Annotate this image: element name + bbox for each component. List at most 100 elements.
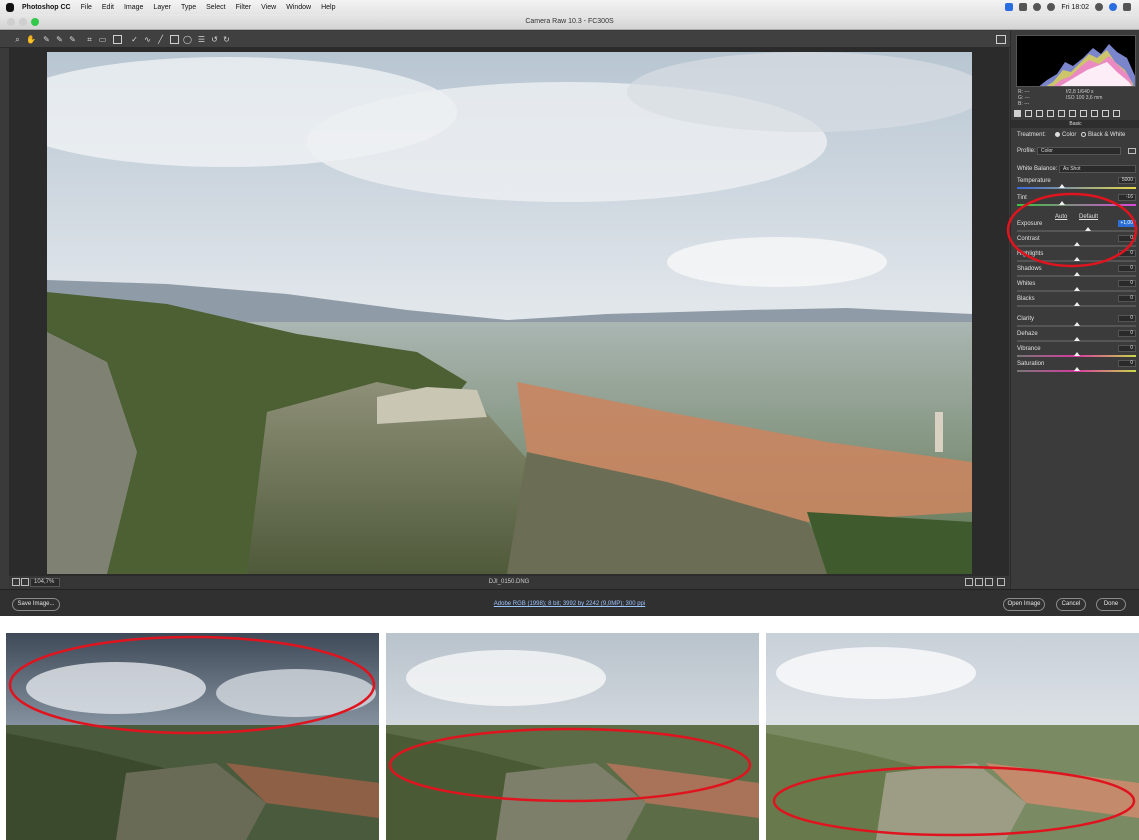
transform-tool-icon[interactable] <box>113 35 122 44</box>
preferences-icon[interactable]: ☰ <box>197 35 206 44</box>
contrast-value-field[interactable]: 0 <box>1118 235 1136 242</box>
menu-file[interactable]: File <box>81 4 92 11</box>
rotate-right-icon[interactable]: ↻ <box>222 35 231 44</box>
split-toning-tab-icon[interactable] <box>1058 110 1065 117</box>
graduated-filter-icon[interactable] <box>170 35 179 44</box>
whites-value-field[interactable]: 0 <box>1118 280 1136 287</box>
white-balance-dropdown[interactable]: As Shot <box>1059 165 1136 173</box>
lens-tab-icon[interactable] <box>1069 110 1076 117</box>
whites-slider-thumb[interactable] <box>1073 287 1080 291</box>
profile-dropdown[interactable]: Color <box>1037 147 1121 155</box>
preview-photo[interactable] <box>47 52 972 574</box>
dehaze-value-field[interactable]: 0 <box>1118 330 1136 337</box>
copy-settings-icon[interactable] <box>985 578 993 586</box>
treatment-color-option[interactable]: Color <box>1055 130 1076 140</box>
exposure-slider-thumb[interactable] <box>1085 227 1092 231</box>
menu-type[interactable]: Type <box>181 4 196 11</box>
contrast-slider-thumb[interactable] <box>1073 242 1080 246</box>
spotlight-search-icon[interactable] <box>1095 3 1103 11</box>
menu-app-name[interactable]: Photoshop CC <box>22 4 71 11</box>
rotate-left-icon[interactable]: ↺ <box>210 35 219 44</box>
fullscreen-toggle-icon[interactable] <box>996 35 1006 44</box>
saturation-slider-thumb[interactable] <box>1073 367 1080 371</box>
exposure-slider[interactable] <box>1017 227 1136 232</box>
dehaze-slider[interactable] <box>1017 337 1136 342</box>
menu-view[interactable]: View <box>261 4 276 11</box>
white-balance-tool-icon[interactable]: ✎ <box>42 35 51 44</box>
basic-tab-icon[interactable] <box>1014 110 1021 117</box>
straighten-tool-icon[interactable]: ▭ <box>98 35 107 44</box>
menu-help[interactable]: Help <box>321 4 335 11</box>
highlights-slider-thumb[interactable] <box>1073 257 1080 261</box>
calibration-tab-icon[interactable] <box>1091 110 1098 117</box>
notification-center-icon[interactable] <box>1123 3 1131 11</box>
tint-slider-thumb[interactable] <box>1059 201 1066 205</box>
menu-edit[interactable]: Edit <box>102 4 114 11</box>
contrast-slider[interactable] <box>1017 242 1136 247</box>
clarity-slider-thumb[interactable] <box>1073 322 1080 326</box>
tone-curve-tab-icon[interactable] <box>1025 110 1032 117</box>
spot-removal-tool-icon[interactable]: ✓ <box>130 35 139 44</box>
whites-slider[interactable] <box>1017 287 1136 292</box>
preview-prefs-icon[interactable] <box>997 578 1005 586</box>
clarity-value-field[interactable]: 0 <box>1118 315 1136 322</box>
dehaze-slider-thumb[interactable] <box>1073 337 1080 341</box>
presets-tab-icon[interactable] <box>1102 110 1109 117</box>
snapshots-tab-icon[interactable] <box>1113 110 1120 117</box>
vibrance-slider-thumb[interactable] <box>1073 352 1080 356</box>
wifi-icon[interactable] <box>1047 3 1056 11</box>
tint-value-field[interactable]: -16 <box>1118 194 1136 201</box>
close-window-icon[interactable] <box>7 18 15 26</box>
siri-icon[interactable] <box>1109 3 1117 11</box>
exposure-value-field[interactable]: +1,00 <box>1118 220 1136 227</box>
blacks-slider-thumb[interactable] <box>1073 302 1080 306</box>
profile-browser-icon[interactable] <box>1128 148 1136 154</box>
adjustment-brush-icon[interactable]: ╱ <box>156 35 165 44</box>
detail-tab-icon[interactable] <box>1036 110 1043 117</box>
treatment-bw-option[interactable]: Black & White <box>1081 130 1125 140</box>
temperature-slider-thumb[interactable] <box>1059 184 1066 188</box>
temperature-value-field[interactable]: 5000 <box>1118 177 1136 184</box>
crop-tool-icon[interactable]: ⌗ <box>85 35 94 44</box>
effects-tab-icon[interactable] <box>1080 110 1087 117</box>
blacks-slider[interactable] <box>1017 302 1136 307</box>
hsl-tab-icon[interactable] <box>1047 110 1054 117</box>
done-button[interactable]: Done <box>1096 598 1126 611</box>
red-eye-tool-icon[interactable]: ∿ <box>143 35 152 44</box>
minimize-window-icon[interactable] <box>19 18 27 26</box>
targeted-adjustment-tool-icon[interactable]: ✎ <box>68 35 77 44</box>
highlights-value-field[interactable]: 0 <box>1118 250 1136 257</box>
blacks-value-field[interactable]: 0 <box>1118 295 1136 302</box>
tint-slider[interactable] <box>1017 201 1136 206</box>
menu-filter[interactable]: Filter <box>236 4 252 11</box>
menu-window[interactable]: Window <box>286 4 311 11</box>
menubar-clock[interactable]: Fri 18:02 <box>1061 4 1089 11</box>
hand-tool-icon[interactable]: ✋ <box>26 35 36 44</box>
workflow-options-link[interactable]: Adobe RGB (1998); 8 bit; 3992 by 2242 (9… <box>0 601 1139 607</box>
color-sampler-tool-icon[interactable]: ✎ <box>55 35 64 44</box>
highlights-slider[interactable] <box>1017 257 1136 262</box>
vibrance-value-field[interactable]: 0 <box>1118 345 1136 352</box>
temperature-slider[interactable] <box>1017 184 1136 189</box>
vibrance-slider[interactable] <box>1017 352 1136 357</box>
saturation-slider[interactable] <box>1017 367 1136 372</box>
swap-settings-icon[interactable] <box>975 578 983 586</box>
radial-filter-icon[interactable]: ◯ <box>183 35 192 44</box>
before-after-y-icon[interactable] <box>965 578 973 586</box>
apple-icon[interactable] <box>6 2 14 12</box>
zoom-tool-icon[interactable]: ⌕ <box>13 35 22 44</box>
clarity-slider[interactable] <box>1017 322 1136 327</box>
bluetooth-icon[interactable] <box>1033 3 1042 11</box>
menu-layer[interactable]: Layer <box>153 4 171 11</box>
saturation-value-field[interactable]: 0 <box>1118 360 1136 367</box>
menu-image[interactable]: Image <box>124 4 143 11</box>
menu-select[interactable]: Select <box>206 4 225 11</box>
shadows-slider-thumb[interactable] <box>1073 272 1080 276</box>
open-image-button[interactable]: Open Image <box>1003 598 1045 611</box>
cancel-button[interactable]: Cancel <box>1056 598 1086 611</box>
creative-cloud-icon[interactable] <box>1005 3 1014 11</box>
shadows-slider[interactable] <box>1017 272 1136 277</box>
zoom-window-icon[interactable] <box>31 18 39 26</box>
shadows-value-field[interactable]: 0 <box>1118 265 1136 272</box>
dropbox-icon[interactable] <box>1019 3 1028 11</box>
